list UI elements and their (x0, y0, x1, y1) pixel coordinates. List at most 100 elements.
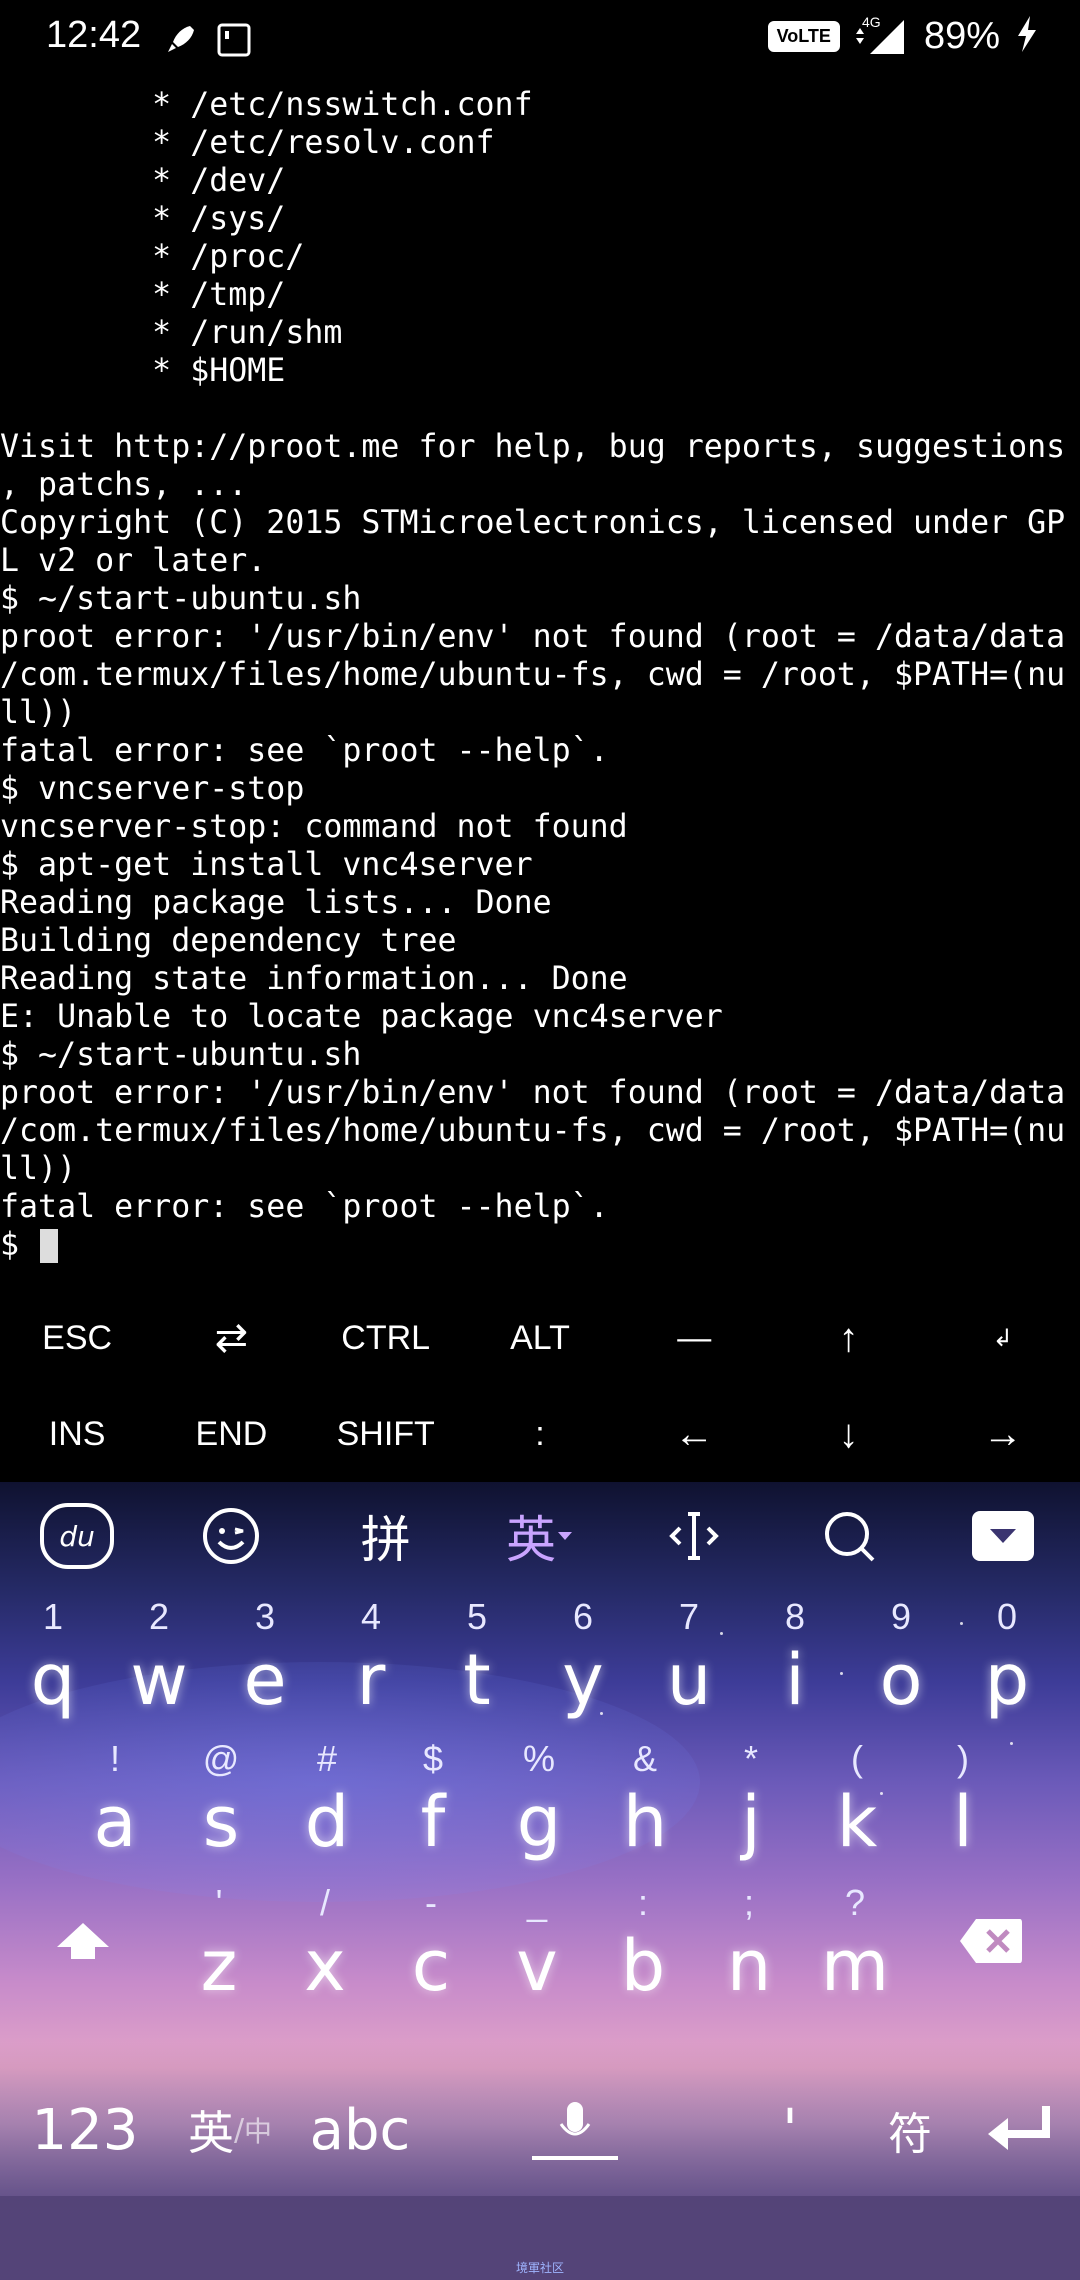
key-m[interactable]: ? m (802, 1876, 908, 2006)
key-n[interactable]: ; n (696, 1876, 802, 2006)
key-secondary-label: 0 (996, 1596, 1018, 1637)
terminal-output[interactable]: * /etc/nsswitch.conf * /etc/resolv.conf … (0, 86, 1080, 1286)
baidu-logo-button[interactable]: du (0, 1482, 154, 1590)
key-primary-label: e (243, 1639, 287, 1721)
shift-arrow-icon (57, 1923, 109, 1959)
terminal-prompt-line[interactable]: $ (0, 1226, 1080, 1264)
alt-key[interactable]: ALT (463, 1290, 617, 1386)
key-primary-label: w (130, 1639, 188, 1721)
key-primary-label: g (516, 1781, 562, 1863)
key-secondary-label: ' (215, 1882, 223, 1923)
key-c[interactable]: -c (378, 1876, 484, 2006)
key-primary-label: z (200, 1925, 238, 2007)
key-g[interactable]: % g (486, 1732, 592, 1862)
terminal-line: fatal error: see `proot --help`. (0, 1189, 609, 1225)
language-switch-key[interactable]: 英 / 中 (170, 2097, 290, 2163)
key-secondary-label: # (316, 1738, 338, 1779)
battery-percentage: 89% (923, 14, 1000, 57)
enter-key[interactable]: ↲ (926, 1290, 1080, 1386)
end-key[interactable]: END (154, 1386, 308, 1482)
cursor-move-button[interactable] (617, 1482, 771, 1590)
ctrl-key[interactable]: CTRL (309, 1290, 463, 1386)
key-e[interactable]: 3e (212, 1590, 318, 1720)
key-d[interactable]: # d (274, 1732, 380, 1862)
tab-key[interactable]: ⇄ (154, 1290, 308, 1386)
ins-key[interactable]: INS (0, 1386, 154, 1482)
terminal-line: * /etc/resolv.conf (0, 125, 495, 161)
numbers-label: 123 (31, 2097, 139, 2163)
key-u[interactable]: 7u (636, 1590, 742, 1720)
key-secondary-label: _ (526, 1882, 548, 1923)
arrow-left-key[interactable]: ← (617, 1386, 771, 1482)
backspace-button[interactable] (908, 1876, 1074, 2006)
key-o[interactable]: 9o (848, 1590, 954, 1720)
key-x[interactable]: / x (272, 1876, 378, 2006)
key-q[interactable]: 1q (0, 1590, 106, 1720)
key-primary-label: f (420, 1781, 446, 1863)
key-z[interactable]: ' z (166, 1876, 272, 2006)
key-primary-label: a (93, 1781, 137, 1863)
key-v[interactable]: _ v (484, 1876, 590, 2006)
key-w[interactable]: 2w (106, 1590, 212, 1720)
english-mode-button[interactable]: 英 (463, 1482, 617, 1590)
baidu-bear-icon: du (40, 1503, 115, 1569)
terminal-prompt: $ (0, 1227, 39, 1263)
keyboard-row-1: 1q 2w 3e 4r 5t 6y 7u 8i 9o 0p (0, 1590, 1080, 1720)
key-primary-label: k (836, 1781, 878, 1863)
terminal-line: * /proc/ (0, 239, 305, 275)
key-b[interactable]: :b (590, 1876, 696, 2006)
soft-keyboard: du 拼 英 1q 2w 3e 4r 5t 6y 7u 8 i 9 o 0 p … (0, 1482, 1080, 2196)
arrow-up-key[interactable]: ↑ (771, 1290, 925, 1386)
key-h[interactable]: & h (592, 1732, 698, 1862)
key-l[interactable]: ) l (910, 1732, 1016, 1862)
numbers-key[interactable]: 123 (0, 2098, 170, 2163)
shift-button[interactable] (0, 1876, 166, 2006)
separator: / (233, 2112, 245, 2148)
key-secondary-label: 7 (678, 1596, 700, 1637)
key-r[interactable]: 4r (318, 1590, 424, 1720)
key-j[interactable]: * j (698, 1732, 804, 1862)
terminal-line: ll)) (0, 695, 77, 731)
shift-key[interactable]: SHIFT (309, 1386, 463, 1482)
chevron-down-icon (971, 1511, 1034, 1561)
chinese-label: 中 (244, 2115, 273, 2148)
terminal-line: * /run/shm (0, 315, 343, 351)
terminal-line: Copyright (C) 2015 STMicroelectronics, l… (0, 505, 1066, 541)
key-f[interactable]: $ f (380, 1732, 486, 1862)
emoji-button[interactable] (154, 1482, 308, 1590)
terminal-line: vncserver-stop: command not found (0, 809, 628, 845)
english-label: 英 (187, 2106, 234, 2160)
key-k[interactable]: (k (804, 1732, 910, 1862)
keyboard-row-3: ' z / x -c _ v :b ; n ? m (0, 1876, 1080, 2006)
search-button[interactable] (771, 1482, 925, 1590)
esc-key[interactable]: ESC (0, 1290, 154, 1386)
key-primary-label: p (984, 1639, 1030, 1721)
space-key[interactable] (430, 2100, 720, 2160)
terminal-line: $ ~/start-ubuntu.sh (0, 1037, 362, 1073)
arrow-right-key[interactable]: → (926, 1386, 1080, 1482)
arrow-down-key[interactable]: ↓ (771, 1386, 925, 1482)
key-secondary-label: ; (743, 1882, 754, 1923)
colon-key[interactable]: : (463, 1386, 617, 1482)
nav-bar-label: 境軍社区 (515, 2261, 564, 2275)
key-i[interactable]: 8i (742, 1590, 848, 1720)
key-a[interactable]: ! a (62, 1732, 168, 1862)
key-primary-label: o (879, 1639, 923, 1721)
symbols-key[interactable]: 符 (860, 2098, 960, 2162)
terminal-line: Reading state information... Done (0, 961, 628, 997)
key-t[interactable]: 5t (424, 1590, 530, 1720)
key-secondary-label: $ (422, 1738, 444, 1779)
enter-button[interactable] (960, 2102, 1080, 2158)
pinyin-mode-button[interactable]: 拼 (309, 1482, 463, 1590)
terminal-line: * /etc/nsswitch.conf (0, 87, 533, 123)
collapse-keyboard-button[interactable] (926, 1482, 1080, 1590)
apostrophe-key[interactable]: ' (720, 2098, 860, 2163)
key-y[interactable]: 6y (530, 1590, 636, 1720)
dash-key[interactable]: — (617, 1290, 771, 1386)
baidu-logo-label: du (59, 1519, 95, 1553)
key-p[interactable]: 0p (954, 1590, 1060, 1720)
key-secondary-label: ( (851, 1738, 863, 1779)
abc-key[interactable]: abc (290, 2098, 430, 2163)
keyboard-bottom-row: 123 英 / 中 abc ' 符 (0, 2070, 1080, 2190)
key-s[interactable]: @ s (168, 1732, 274, 1862)
